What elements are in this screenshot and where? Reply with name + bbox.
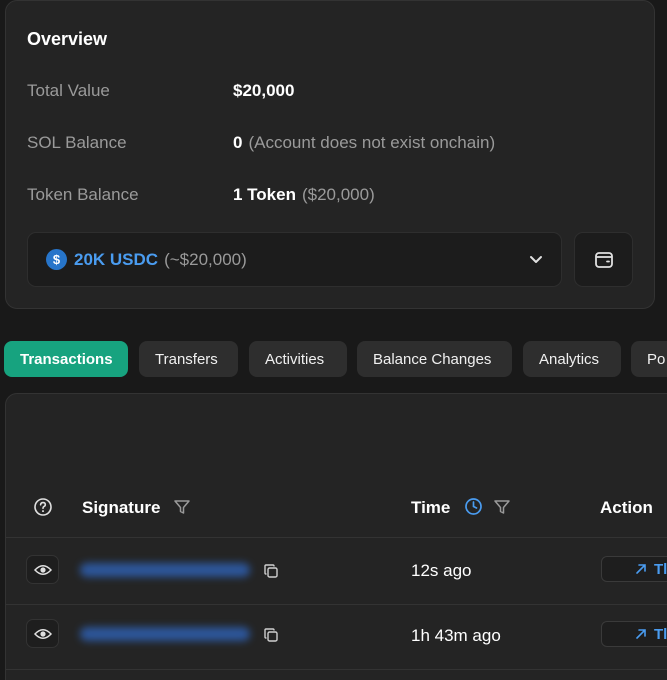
filter-icon[interactable] <box>493 498 511 516</box>
token-balance-usd: ($20,000) <box>301 185 375 204</box>
row-divider <box>6 604 667 605</box>
sol-balance-value-wrap: 0 (Account does not exist onchain) <box>233 133 495 153</box>
copy-icon[interactable] <box>263 627 279 643</box>
chevron-down-icon <box>528 251 544 267</box>
action-button[interactable]: Tl <box>601 621 667 647</box>
signature-link[interactable] <box>80 563 250 577</box>
tab-activities[interactable]: Activities <box>249 341 347 377</box>
tab-analytics[interactable]: Analytics <box>523 341 621 377</box>
wallet-button[interactable] <box>574 232 633 287</box>
transactions-table: Signature Time Action 12s ago Tl 1h 43m … <box>5 393 667 680</box>
action-label: Tl <box>654 625 667 643</box>
token-balance-count: 1 Token <box>233 185 296 204</box>
eye-icon <box>33 563 52 577</box>
row-divider <box>6 537 667 538</box>
overview-card: Overview Total Value $20,000 SOL Balance… <box>5 0 655 309</box>
action-button[interactable]: Tl <box>601 556 667 582</box>
token-balance-label: Token Balance <box>27 185 139 204</box>
token-amount: 20K USDC <box>74 249 159 269</box>
action-header: Action <box>600 498 653 517</box>
tab-balance-changes[interactable]: Balance Changes <box>357 341 512 377</box>
tab-portfolio[interactable]: Po <box>631 341 667 377</box>
signature-link[interactable] <box>80 627 250 641</box>
token-usd-value: (~$20,000) <box>164 249 247 269</box>
arrow-up-right-icon <box>635 563 647 575</box>
tab-bar: Transactions Transfers Activities Balanc… <box>0 340 667 378</box>
filter-icon[interactable] <box>173 498 191 516</box>
tab-transfers[interactable]: Transfers <box>139 341 238 377</box>
row-divider <box>6 669 667 670</box>
view-button[interactable] <box>26 555 59 584</box>
arrow-up-right-icon <box>635 628 647 640</box>
usdc-coin-icon: $ <box>46 249 67 270</box>
total-value-label: Total Value <box>27 81 110 100</box>
signature-header: Signature <box>82 498 161 517</box>
wallet-icon <box>593 249 615 271</box>
sol-balance-amount: 0 <box>233 133 243 152</box>
overview-title: Overview <box>27 29 108 49</box>
time-cell: 1h 43m ago <box>411 626 501 645</box>
token-balance-value-wrap: 1 Token ($20,000) <box>233 185 375 205</box>
copy-icon[interactable] <box>263 563 279 579</box>
sol-balance-label: SOL Balance <box>27 133 127 152</box>
time-cell: 12s ago <box>411 561 472 580</box>
help-icon[interactable] <box>33 497 53 517</box>
sol-balance-note: (Account does not exist onchain) <box>248 133 496 152</box>
action-label: Tl <box>654 560 667 578</box>
time-header: Time <box>411 498 451 517</box>
clock-icon[interactable] <box>464 497 483 516</box>
tab-transactions[interactable]: Transactions <box>4 341 128 377</box>
total-value-amount: $20,000 <box>233 81 295 100</box>
token-dropdown[interactable]: $ 20K USDC (~$20,000) <box>27 232 562 287</box>
view-button[interactable] <box>26 619 59 648</box>
eye-icon <box>33 627 52 641</box>
